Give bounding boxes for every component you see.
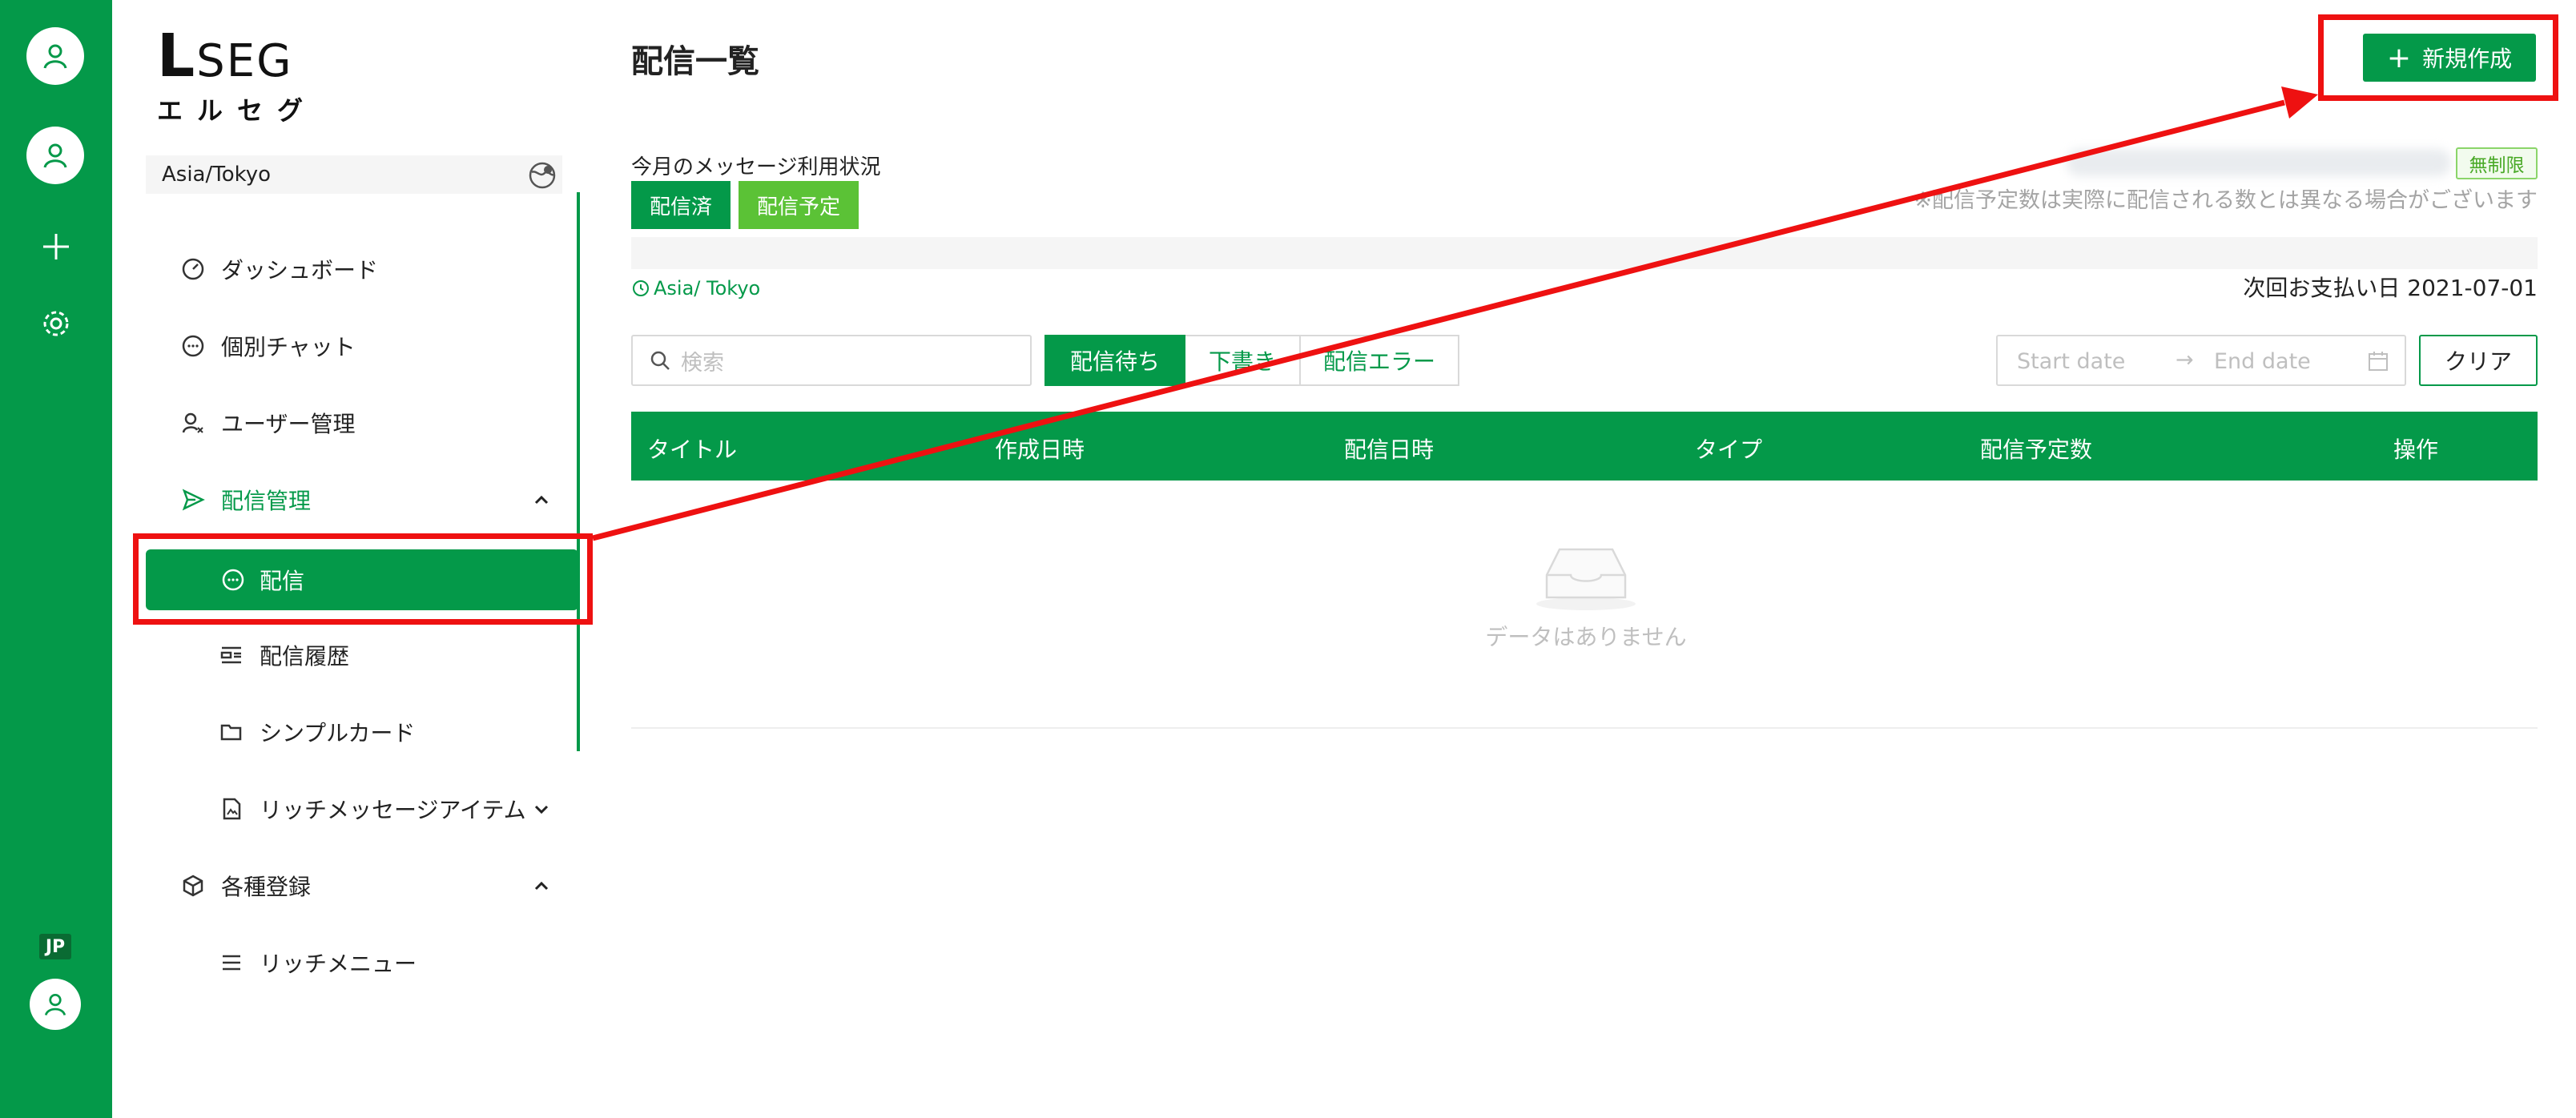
annotation-arrow [592, 86, 2318, 541]
